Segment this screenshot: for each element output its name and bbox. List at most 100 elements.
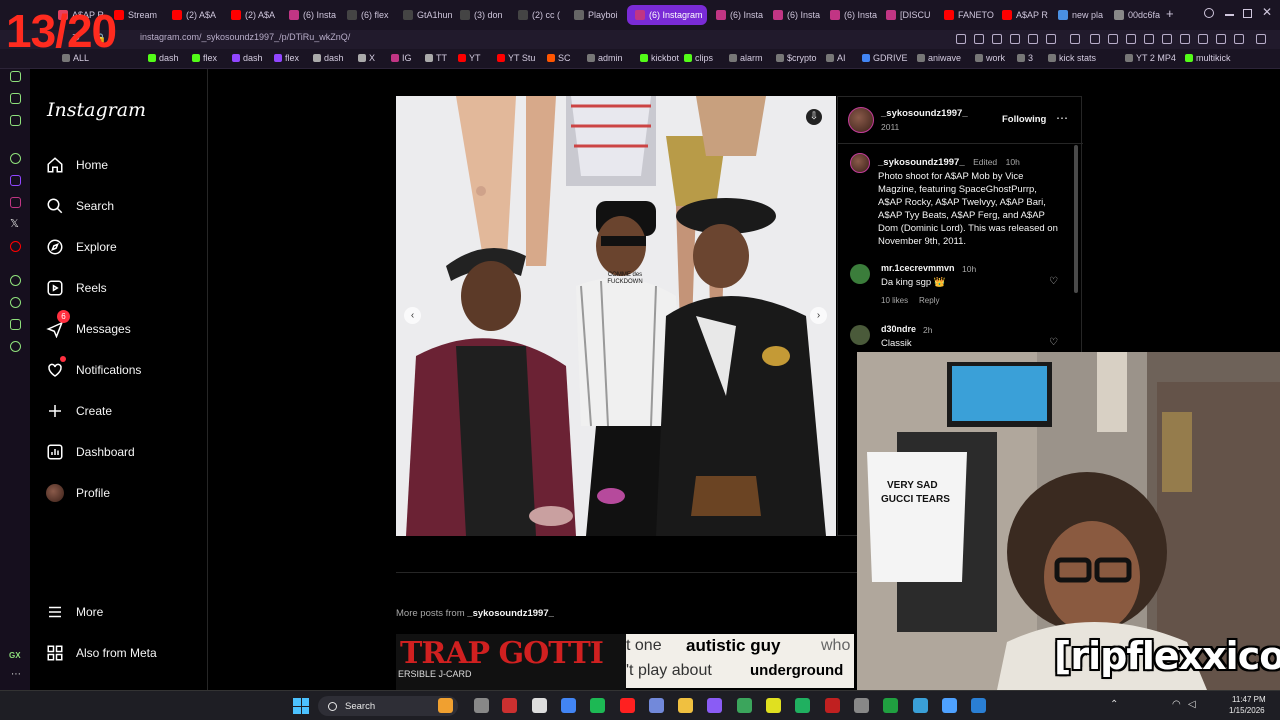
more-dots-icon[interactable]: ⋯ — [11, 669, 21, 680]
comment-username[interactable]: mr.1cecrevmmvn — [881, 263, 955, 273]
commenter-avatar[interactable] — [850, 264, 870, 284]
gx-tool-icon[interactable] — [10, 71, 21, 82]
browser-tab[interactable]: (6) Instagram — [627, 5, 707, 25]
clock-time[interactable]: 11:47 PM — [1232, 695, 1266, 704]
browser-tab[interactable]: (2) A$A — [231, 5, 285, 25]
bookmark-item[interactable]: YT — [458, 53, 481, 63]
browser-tab[interactable]: A$AP R — [1002, 5, 1054, 25]
browser-tab[interactable]: Stream — [114, 5, 168, 25]
nav-more[interactable]: More — [46, 599, 103, 625]
extension-icon[interactable] — [1198, 34, 1208, 44]
bookmark-item[interactable]: GDRIVE — [862, 53, 908, 63]
taskbar-app-icon[interactable] — [854, 698, 869, 713]
bookmark-item[interactable]: YT 2 MP4 — [1125, 53, 1176, 63]
windows-start-icon[interactable] — [293, 698, 309, 714]
download-icon[interactable]: ⇩ — [806, 109, 822, 125]
extension-icon[interactable] — [1046, 34, 1056, 44]
following-button[interactable]: Following — [1002, 114, 1046, 125]
author-avatar[interactable] — [848, 107, 874, 133]
extension-icon[interactable] — [974, 34, 984, 44]
nav-notifications[interactable]: Notifications — [46, 356, 141, 383]
nav-dashboard[interactable]: Dashboard — [46, 439, 135, 465]
taskbar-app-icon[interactable] — [502, 698, 517, 713]
author-username[interactable]: _sykosoundz1997_ — [881, 108, 968, 119]
gear-icon[interactable] — [10, 341, 21, 352]
browser-tab[interactable]: Playboi — [574, 5, 624, 25]
extension-icon[interactable] — [1108, 34, 1118, 44]
taskbar-app-icon[interactable] — [678, 698, 693, 713]
taskbar-app-icon[interactable] — [942, 698, 957, 713]
bookmark-item[interactable]: SC — [547, 53, 571, 63]
taskbar-search[interactable]: Search — [318, 696, 458, 716]
browser-tab[interactable]: (6) flex — [347, 5, 399, 25]
nav-search[interactable]: Search — [46, 193, 114, 219]
taskbar-app-icon[interactable] — [971, 698, 986, 713]
extension-icon[interactable] — [1028, 34, 1038, 44]
gx-tool-icon[interactable] — [10, 93, 21, 104]
bookmark-item[interactable]: YT Stu — [497, 53, 535, 63]
next-arrow-icon[interactable]: › — [810, 307, 827, 324]
twitch-icon[interactable] — [10, 175, 21, 186]
browser-tab[interactable]: (6) Insta — [830, 5, 882, 25]
taskbar-app-icon[interactable] — [766, 698, 781, 713]
extension-icon[interactable] — [1256, 34, 1266, 44]
x-icon[interactable]: 𝕏 — [10, 217, 19, 230]
extension-icon[interactable] — [1180, 34, 1190, 44]
taskbar-app-icon[interactable] — [620, 698, 635, 713]
scrollbar[interactable] — [1074, 145, 1078, 293]
bookmark-item[interactable]: AI — [826, 53, 846, 63]
bookmark-item[interactable]: dash — [232, 53, 263, 63]
nav-explore[interactable]: Explore — [46, 234, 117, 260]
like-comment-icon[interactable]: ♡ — [1049, 337, 1058, 348]
clock-icon[interactable] — [10, 297, 21, 308]
taskbar-app-icon[interactable] — [590, 698, 605, 713]
bookmark-item[interactable]: kick stats — [1048, 53, 1096, 63]
browser-tab[interactable]: (2) A$A — [172, 5, 226, 25]
maximize-icon[interactable] — [1243, 9, 1252, 18]
chevron-up-icon[interactable]: ⌃ — [1110, 699, 1118, 710]
browser-tab[interactable]: (6) Insta — [716, 5, 768, 25]
bookmark-item[interactable]: TT — [425, 53, 447, 63]
settings-icon[interactable] — [10, 153, 21, 164]
like-comment-icon[interactable]: ♡ — [1049, 276, 1058, 287]
taskbar-app-icon[interactable] — [532, 698, 547, 713]
bookmark-item[interactable]: admin — [587, 53, 623, 63]
browser-tab[interactable]: 00dc6fa — [1114, 5, 1164, 25]
browser-tab[interactable]: (6) Insta — [773, 5, 825, 25]
extension-icon[interactable] — [1162, 34, 1172, 44]
browser-tab[interactable]: new pla — [1058, 5, 1110, 25]
post-photo[interactable]: COMME des FUCKDOWN ⇩ ‹ › — [396, 96, 836, 536]
address-bar[interactable]: ↻ 🔒 instagram.com/_sykosoundz1997_/p/DTi… — [0, 30, 1280, 49]
bookmark-item[interactable]: dash — [148, 53, 179, 63]
nav-also-from-meta[interactable]: Also from Meta — [46, 640, 157, 666]
bookmark-item[interactable]: multikick — [1185, 53, 1231, 63]
taskbar-app-icon[interactable] — [795, 698, 810, 713]
prev-arrow-icon[interactable]: ‹ — [404, 307, 421, 324]
taskbar-app-icon[interactable] — [913, 698, 928, 713]
new-tab-button[interactable]: + — [1166, 6, 1174, 21]
instagram-logo[interactable]: Instagram — [47, 99, 146, 121]
volume-icon[interactable]: ◁ — [1188, 699, 1196, 710]
bookmark-item[interactable]: dash — [313, 53, 344, 63]
bookmark-item[interactable]: kickbot — [640, 53, 679, 63]
browser-tab[interactable]: (3) don — [460, 5, 514, 25]
bookmark-item[interactable]: flex — [274, 53, 299, 63]
bookmark-item[interactable]: flex — [192, 53, 217, 63]
caption-username[interactable]: _sykosoundz1997_ — [878, 157, 965, 168]
bookmark-item[interactable]: work — [975, 53, 1005, 63]
taskbar-app-icon[interactable] — [474, 698, 489, 713]
gx-tool-icon[interactable] — [10, 115, 21, 126]
extension-icon[interactable] — [1234, 34, 1244, 44]
bookmark-item[interactable]: 3 — [1017, 53, 1033, 63]
taskbar-app-icon[interactable] — [649, 698, 664, 713]
nav-create[interactable]: Create — [46, 398, 112, 424]
nav-messages[interactable]: 6 Messages — [46, 310, 131, 342]
taskbar-app-icon[interactable] — [883, 698, 898, 713]
browser-tab[interactable]: [DISCU — [886, 5, 938, 25]
cube-icon[interactable] — [10, 319, 21, 330]
search-tabs-icon[interactable] — [1204, 8, 1214, 18]
wifi-icon[interactable]: ◠ — [1172, 699, 1181, 710]
extension-icon[interactable] — [956, 34, 966, 44]
taskbar-app-icon[interactable] — [438, 698, 453, 713]
nav-profile[interactable]: Profile — [46, 480, 110, 506]
